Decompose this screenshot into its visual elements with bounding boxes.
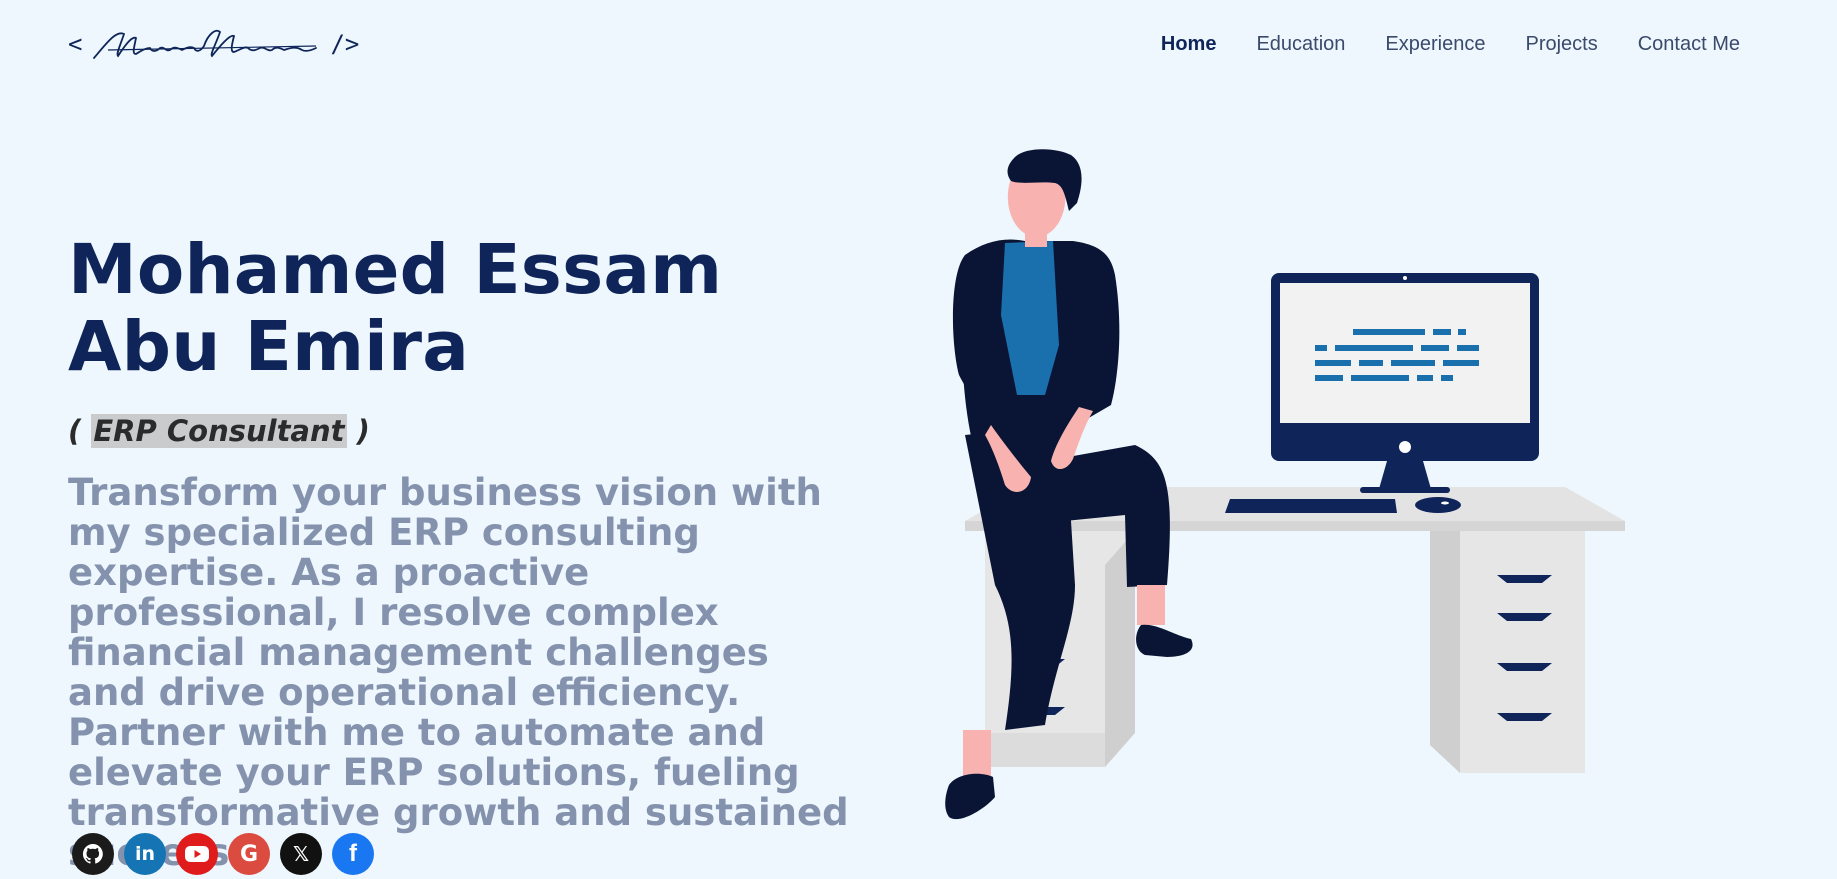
linkedin-icon: in	[134, 843, 156, 865]
role-text: ERP Consultant	[91, 414, 347, 448]
github-icon	[82, 843, 103, 864]
youtube-icon	[185, 846, 209, 862]
role-open-paren: (	[68, 414, 82, 448]
hero-description: Transform your business vision with my s…	[68, 471, 849, 873]
nav-experience[interactable]: Experience	[1385, 33, 1485, 56]
nav-education[interactable]: Education	[1256, 33, 1345, 56]
x-link[interactable]: 𝕏	[280, 833, 322, 875]
role-close-paren: )	[356, 414, 370, 448]
github-link[interactable]	[72, 833, 114, 875]
youtube-link[interactable]	[176, 833, 218, 875]
facebook-icon: f	[349, 840, 357, 867]
google-link[interactable]: G	[228, 833, 270, 875]
nav-home[interactable]: Home	[1161, 33, 1217, 56]
nav-contact-me[interactable]: Contact Me	[1638, 33, 1740, 56]
hero-illustration	[945, 149, 1625, 820]
nav-projects[interactable]: Projects	[1525, 33, 1597, 56]
google-icon: G	[239, 841, 259, 867]
logo-close-bracket: />	[330, 30, 360, 58]
monitor-illustration	[1225, 273, 1539, 513]
linkedin-link[interactable]: in	[124, 833, 166, 875]
main-nav: Home Education Experience Projects Conta…	[1161, 33, 1740, 56]
facebook-link[interactable]: f	[332, 833, 374, 875]
logo-open-bracket: <	[68, 30, 83, 58]
signature-logo	[93, 29, 318, 59]
x-icon: 𝕏	[292, 842, 310, 866]
social-links: in G 𝕏 f	[72, 833, 374, 875]
hero-role: ( ERP Consultant )	[68, 414, 370, 448]
site-logo[interactable]: < />	[68, 24, 359, 64]
hero-name: Mohamed Essam Abu Emira	[68, 230, 723, 387]
